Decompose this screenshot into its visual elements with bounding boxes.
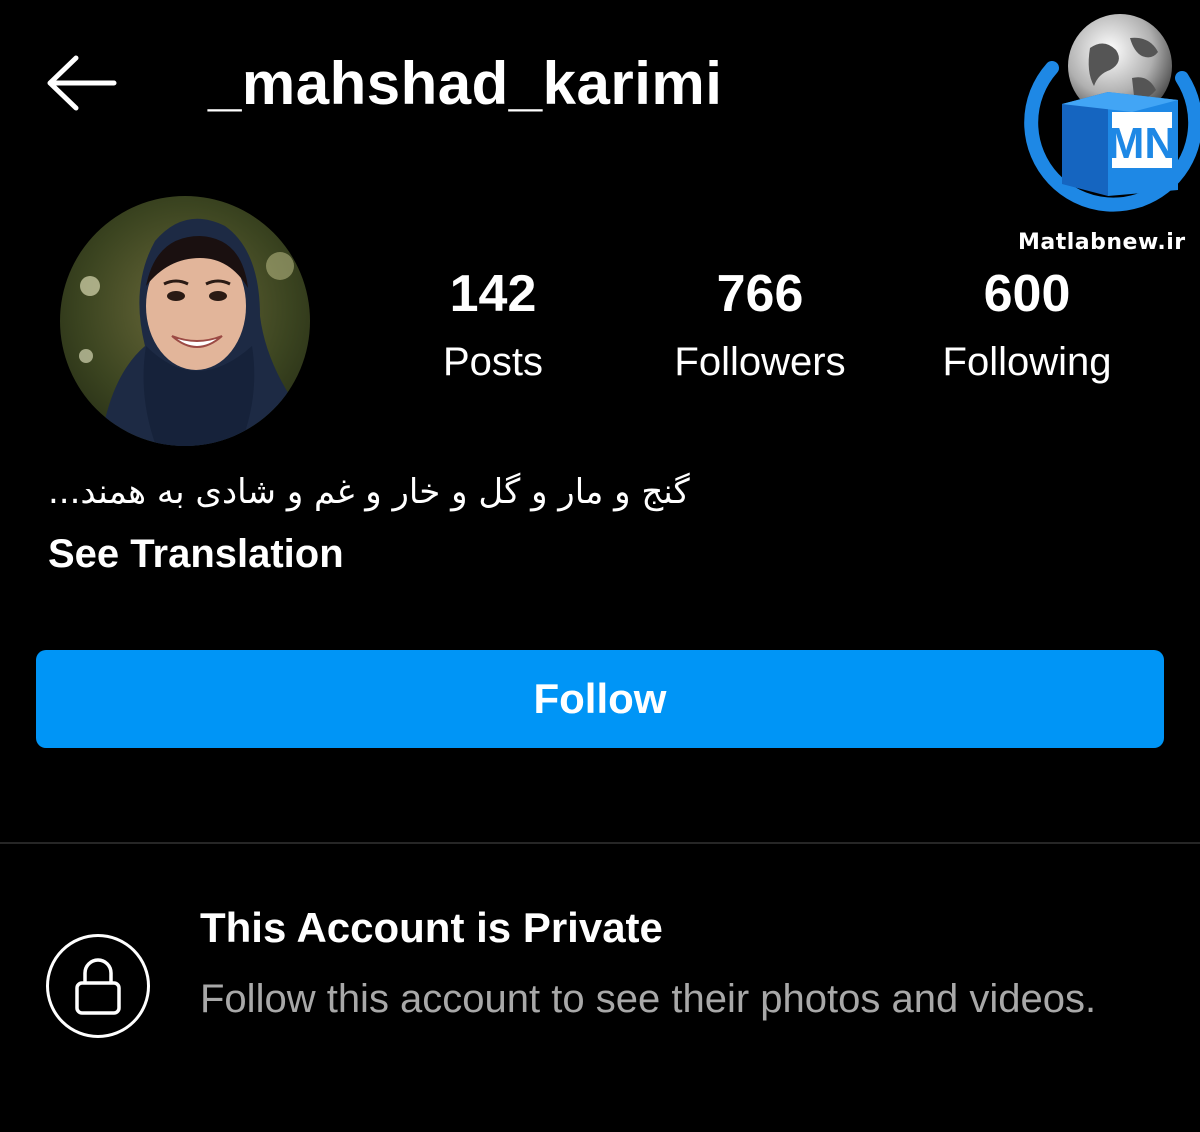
posts-stat[interactable]: 142 Posts xyxy=(383,262,603,390)
lock-icon xyxy=(75,958,121,1015)
following-count: 600 xyxy=(983,265,1071,323)
back-button[interactable] xyxy=(44,52,120,114)
see-translation-link[interactable]: See Translation xyxy=(48,528,344,580)
private-account-title: This Account is Private xyxy=(200,904,663,951)
followers-count: 766 xyxy=(716,265,804,323)
followers-stat[interactable]: 766 Followers xyxy=(650,262,870,390)
profile-username: _mahshad_karimi xyxy=(208,50,723,117)
arrow-left-icon xyxy=(47,55,117,111)
posts-count: 142 xyxy=(449,265,537,323)
bio-text: گنج و مار و گل و خار و غم و شادی به همند… xyxy=(48,472,690,512)
lock-icon-circle xyxy=(46,934,150,1038)
profile-bio: گنج و مار و گل و خار و غم و شادی به همند… xyxy=(48,466,788,518)
watermark-site-text: Matlabnew.ir xyxy=(1018,230,1186,255)
watermark-logo-letters: MN xyxy=(1108,119,1176,168)
private-account-subtitle: Follow this account to see their photos … xyxy=(200,977,1097,1021)
profile-photo xyxy=(60,196,310,446)
following-stat[interactable]: 600 Following xyxy=(917,262,1137,390)
watermark-logo: MN xyxy=(1024,14,1200,212)
follow-button[interactable]: Follow xyxy=(36,650,1164,748)
followers-label: Followers xyxy=(674,340,846,384)
posts-label: Posts xyxy=(442,340,544,384)
following-label: Following xyxy=(942,340,1112,384)
section-divider xyxy=(0,842,1200,844)
profile-avatar[interactable] xyxy=(60,196,310,446)
